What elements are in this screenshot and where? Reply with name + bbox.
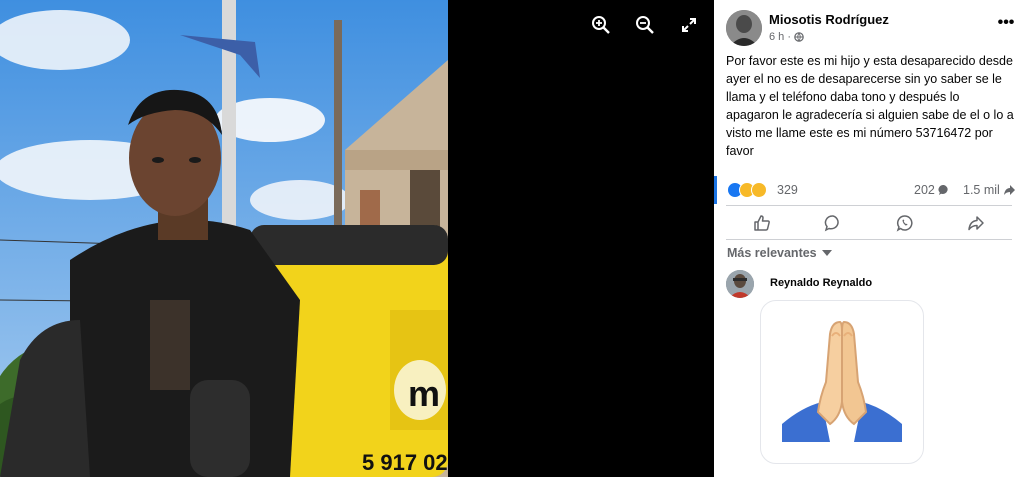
author-name[interactable]: Miosotis Rodríguez [769,12,889,27]
share-button[interactable] [956,210,996,236]
commenter-name[interactable]: Reynaldo Reynaldo [770,277,872,289]
chevron-down-icon [821,250,832,256]
more-options-button[interactable]: ••• [996,15,1016,36]
whatsapp-button[interactable] [885,210,925,236]
comment-count[interactable]: 202 [914,183,950,197]
divider [726,205,1012,206]
wow-icon [751,182,767,198]
comment-count-icon [938,184,948,195]
sort-label: Más relevantes [727,246,817,260]
zoom-out-button[interactable] [634,14,656,36]
share-count-icon [1003,185,1015,195]
share-count[interactable]: 1.5 mil [963,183,1016,197]
zoom-out-icon [636,16,654,34]
zoom-in-icon [592,16,610,34]
zoom-in-button[interactable] [590,14,612,36]
photo-image: m 5 917 0274 [0,0,448,477]
comment-bubble-icon [825,215,840,232]
fullscreen-button[interactable] [678,14,700,36]
comment-button[interactable] [813,210,853,236]
post-meta: 6 h · [769,31,804,43]
comment-count-value: 202 [914,183,935,197]
author-avatar[interactable] [726,10,762,46]
post-photo[interactable]: m 5 917 0274 [0,0,448,477]
share-arrow-icon [968,216,984,231]
comment-sticker[interactable] [760,300,924,464]
post-time[interactable]: 6 h · [769,31,791,43]
reaction-icons[interactable] [727,182,767,198]
commenter-avatar[interactable] [726,270,754,298]
reaction-count[interactable]: 329 [777,183,798,197]
divider [726,239,1012,240]
bag-logo: m [408,373,440,414]
reactions-bar: 329 202 1.5 mil [714,176,1024,204]
photo-viewer: m 5 917 0274 [0,0,714,477]
post-text: Por favor este es mi hijo y esta desapar… [726,54,1014,158]
post-panel: Miosotis Rodríguez 6 h · ••• Por favor e… [714,0,1024,477]
bag-phone: 5 917 0274 [362,450,448,475]
like-button[interactable] [742,210,782,236]
whatsapp-icon [896,215,913,232]
globe-icon [794,32,804,42]
praying-hands-icon [782,320,902,442]
share-count-value: 1.5 mil [963,183,1000,197]
post-actions [726,208,1012,238]
thumbs-up-icon [754,215,770,231]
comment-sort-dropdown[interactable]: Más relevantes [727,246,832,260]
expand-icon [682,18,696,32]
post-header: Miosotis Rodríguez 6 h · ••• [726,10,1016,46]
